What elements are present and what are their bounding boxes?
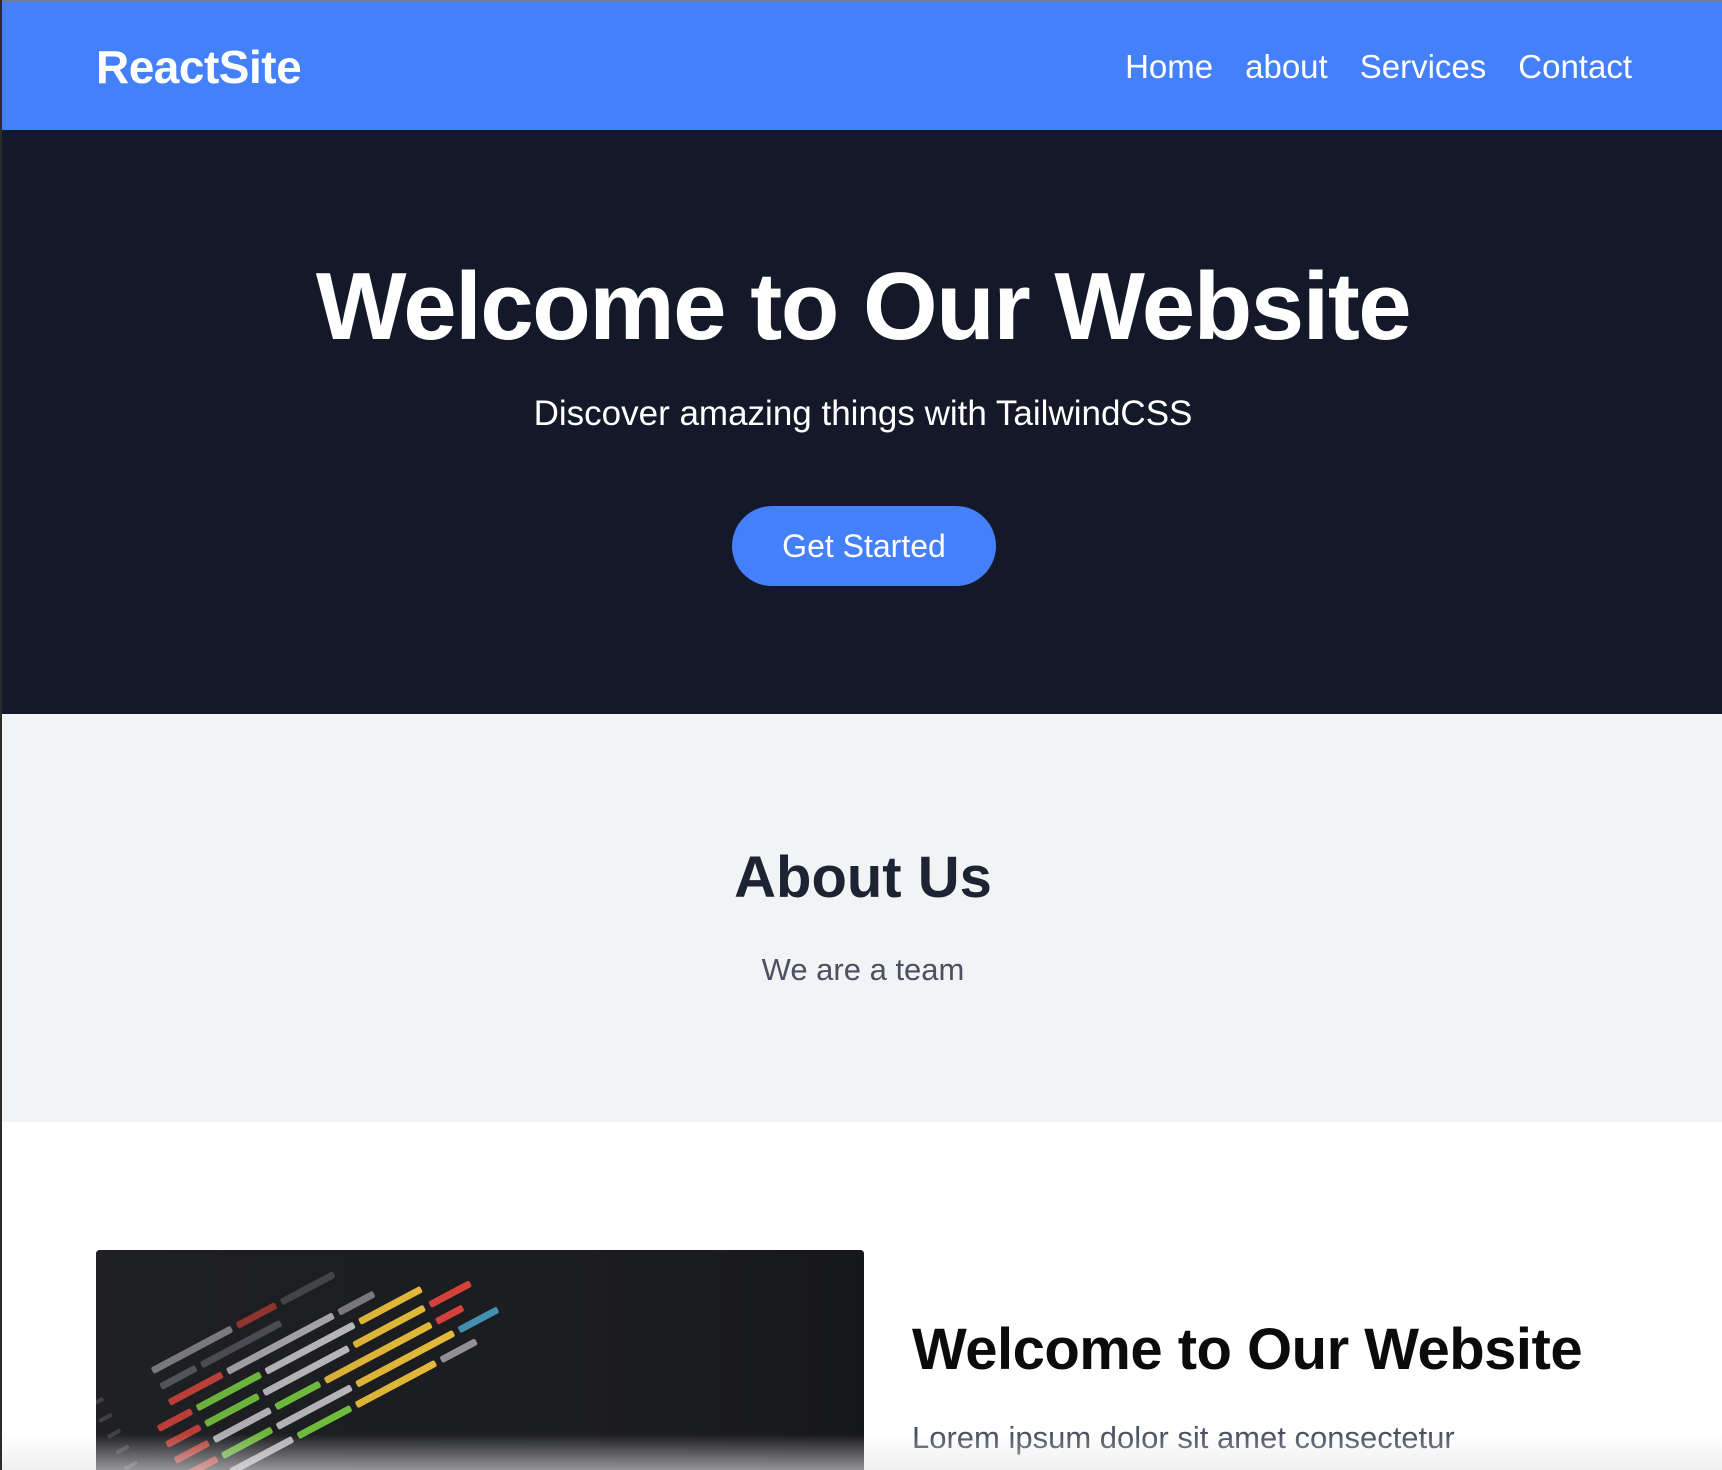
page: ReactSite Home about Services Contact We… [0, 0, 1722, 1470]
hero-subtitle: Discover amazing things with TailwindCSS [533, 394, 1193, 433]
nav-link-about[interactable]: about [1245, 48, 1328, 86]
nav-link-services[interactable]: Services [1360, 48, 1487, 86]
get-started-button[interactable]: Get Started [732, 506, 996, 586]
feature-title: Welcome to Our Website [912, 1317, 1583, 1382]
feature-text: Lorem ipsum dolor sit amet consectetur [912, 1420, 1455, 1455]
nav-link-contact[interactable]: Contact [1518, 48, 1632, 86]
about-text: We are a team [761, 952, 965, 987]
nav-links: Home about Services Contact [1125, 48, 1632, 86]
brand-logo[interactable]: ReactSite [96, 40, 302, 94]
code-screenshot-image [96, 1250, 864, 1470]
hero-section: Welcome to Our Website Discover amazing … [2, 130, 1722, 714]
about-title: About Us [734, 845, 992, 910]
feature-section: Welcome to Our Website Lorem ipsum dolor… [2, 1122, 1722, 1470]
hero-title: Welcome to Our Website [315, 253, 1412, 360]
navbar: ReactSite Home about Services Contact [2, 0, 1722, 130]
about-section: About Us We are a team [2, 714, 1722, 1122]
nav-link-home[interactable]: Home [1125, 48, 1213, 86]
